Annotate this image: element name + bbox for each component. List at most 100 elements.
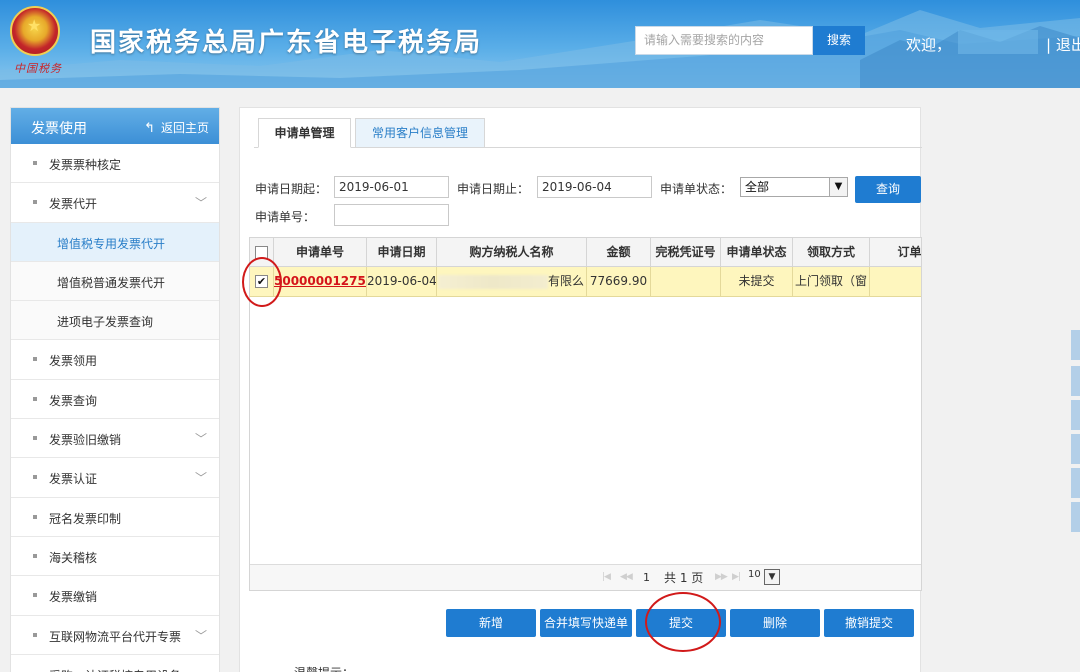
total-pages: 共 1 页 <box>664 571 704 585</box>
bullet-icon <box>33 514 37 519</box>
table-header: 申请单号 申请日期 购方纳税人名称 金额 完税凭证号 申请单状态 领取方式 订单 <box>250 238 921 267</box>
app-number-input[interactable] <box>334 204 449 226</box>
app-number-link[interactable]: 500000012751 <box>274 274 366 288</box>
sidebar-item[interactable]: 发票票种核定 <box>11 144 219 184</box>
sidebar-item[interactable]: 增值税专用发票代开 <box>11 222 219 262</box>
sidebar-item[interactable]: 冠名发票印制 <box>11 498 219 537</box>
app-number-label: 申请单号： <box>255 210 316 224</box>
back-home-label: 返回主页 <box>160 121 209 135</box>
annotation-circle-submit <box>645 592 721 652</box>
sidebar-item[interactable]: 发票查询 <box>11 380 219 420</box>
page-size-select[interactable]: 10 ▼ <box>748 569 782 586</box>
sidebar-item[interactable]: 发票缴销 <box>11 576 219 616</box>
sidebar-item[interactable]: 进项电子发票查询 <box>11 301 219 341</box>
bullet-icon <box>33 396 37 401</box>
col-amount: 金额 <box>587 238 651 266</box>
back-home-link[interactable]: ↰ 返回主页 <box>144 119 209 136</box>
start-date-label: 申请日期起： <box>255 182 328 196</box>
sidebar-item-label: 发票代开 <box>49 197 98 212</box>
chevron-down-icon: ﹀ <box>194 432 207 447</box>
sidebar-item[interactable]: 增值税普通发票代开 <box>11 261 219 302</box>
add-button[interactable]: 新增 <box>446 609 536 637</box>
prev-page-icon[interactable]: ◀◀ <box>620 572 633 582</box>
floating-side-tab[interactable] <box>1071 330 1080 360</box>
sidebar-item-label: 发票缴销 <box>49 590 98 605</box>
row-buyer-cell: 有限么 <box>437 267 587 296</box>
sidebar-item[interactable]: 发票代开 ﹀ <box>11 183 219 223</box>
sidebar-menu: 发票票种核定发票代开 ﹀ 增值税专用发票代开增值税普通发票代开进项电子发票查询发票领… <box>11 144 219 672</box>
sidebar-item[interactable]: 发票验旧缴销 ﹀ <box>11 419 219 459</box>
status-select[interactable]: 全部 ▼ <box>740 177 848 197</box>
merge-express-button[interactable]: 合并填写快递单 <box>540 609 632 637</box>
bullet-icon <box>33 436 37 441</box>
buyer-name-redacted <box>437 274 548 289</box>
col-app-no: 申请单号 <box>274 238 367 266</box>
bullet-icon <box>33 161 37 165</box>
page-size-value: 10 <box>748 569 761 580</box>
tab-application-management[interactable]: 申请单管理 <box>258 118 351 148</box>
status-filter-label: 申请单状态： <box>660 182 733 196</box>
revoke-submit-button[interactable]: 撤销提交 <box>824 609 914 637</box>
col-pickup: 领取方式 <box>793 238 870 266</box>
logout-link[interactable]: | 退出 <box>1046 34 1080 55</box>
status-select-value: 全部 <box>745 180 770 194</box>
sidebar-item-label: 海关稽核 <box>49 550 98 565</box>
row-status: 未提交 <box>721 267 793 296</box>
back-arrow-icon: ↰ <box>144 121 155 136</box>
end-date-input[interactable]: 2019-06-04 <box>537 176 652 198</box>
chevron-down-icon: ﹀ <box>194 196 207 211</box>
tax-emblem-icon: ★ <box>10 6 60 56</box>
bullet-icon <box>33 593 37 598</box>
sidebar-item[interactable]: 海关稽核 <box>11 537 219 577</box>
sidebar-item-label: 发票领用 <box>49 354 98 369</box>
sidebar-item[interactable]: 发票领用 <box>11 340 219 380</box>
sidebar-item-label: 采购、认证税控专用设备 <box>49 667 181 672</box>
tab-bar: 申请单管理 常用客户信息管理 <box>254 118 922 148</box>
sidebar-item-label: 进项电子发票查询 <box>57 315 154 330</box>
floating-side-tab[interactable] <box>1071 468 1080 498</box>
annotation-circle-checkbox <box>242 257 282 307</box>
row-order <box>870 267 921 296</box>
col-tax-receipt: 完税凭证号 <box>651 238 721 266</box>
last-page-icon[interactable]: ▶| <box>732 572 741 582</box>
search-button[interactable]: 搜索 <box>813 26 865 55</box>
floating-side-tab[interactable] <box>1071 434 1080 464</box>
row-app-no-cell: 500000012751 <box>274 267 367 296</box>
row-tax-receipt <box>651 267 721 296</box>
start-date-input[interactable]: 2019-06-01 <box>334 176 449 198</box>
row-pickup: 上门领取（窗 <box>793 267 870 296</box>
sidebar-item[interactable]: 采购、认证税控专用设备 <box>11 655 219 672</box>
floating-side-tab[interactable] <box>1071 366 1080 396</box>
floating-side-tab[interactable] <box>1071 502 1080 532</box>
end-date-label: 申请日期止： <box>457 182 530 196</box>
bullet-icon <box>33 553 37 558</box>
current-page[interactable]: 1 <box>643 571 650 584</box>
sidebar-item-label: 发票认证 <box>49 472 98 487</box>
col-status: 申请单状态 <box>721 238 793 266</box>
bullet-icon <box>33 632 37 637</box>
delete-button[interactable]: 删除 <box>730 609 820 637</box>
site-title: 国家税务总局广东省电子税务局 <box>90 28 483 58</box>
col-buyer: 购方纳税人名称 <box>437 238 587 266</box>
chevron-down-icon: ▼ <box>764 569 780 585</box>
sidebar-item[interactable]: 发票认证 ﹀ <box>11 458 219 498</box>
sidebar-item-label: 互联网物流平台代开专票 <box>49 629 182 644</box>
tab-customer-info[interactable]: 常用客户信息管理 <box>355 118 485 148</box>
bullet-icon <box>33 475 37 480</box>
site-header: ★ 中国税务 国家税务总局广东省电子税务局 请输入需要搜索的内容 搜索 欢迎， … <box>0 0 1080 88</box>
sidebar-title: 发票使用 <box>31 121 87 137</box>
sidebar: 发票使用 ↰ 返回主页 发票票种核定发票代开 ﹀ 增值税专用发票代开增值税普通发票代开… <box>10 107 220 672</box>
search-input[interactable]: 请输入需要搜索的内容 <box>635 26 813 55</box>
sidebar-item[interactable]: 互联网物流平台代开专票 ﹀ <box>11 616 219 655</box>
chevron-down-icon: ﹀ <box>194 628 207 643</box>
next-page-icon[interactable]: ▶▶ <box>715 572 728 582</box>
row-buyer-suffix: 有限么 <box>547 274 584 288</box>
sidebar-item-label: 增值税专用发票代开 <box>57 236 166 251</box>
user-name-redacted <box>958 30 1038 54</box>
first-page-icon[interactable]: |◀ <box>602 572 611 582</box>
table-row[interactable]: ✔ 500000012751 2019-06-04 有限么 77669.90 未… <box>250 267 921 297</box>
query-button[interactable]: 查询 <box>855 176 921 203</box>
sidebar-item-label: 发票查询 <box>49 393 98 408</box>
floating-side-tab[interactable] <box>1071 400 1080 430</box>
reminder-text: 温馨提示： <box>294 664 354 672</box>
